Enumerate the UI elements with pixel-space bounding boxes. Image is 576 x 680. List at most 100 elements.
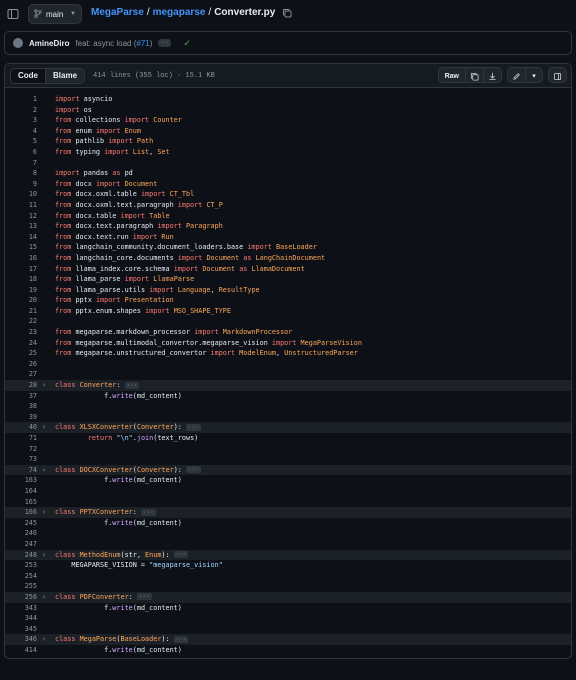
line-number[interactable]: 21	[5, 306, 37, 317]
line-number[interactable]: 6	[5, 147, 37, 158]
code-text: f.write(md_content)	[55, 645, 182, 654]
chevron-right-icon[interactable]: ›	[42, 380, 46, 391]
sidebar-toggle-icon[interactable]	[4, 5, 22, 23]
line-number[interactable]: 74	[5, 465, 37, 476]
expand-fold-button[interactable]: ···	[140, 508, 156, 516]
line-number[interactable]: 345	[5, 624, 37, 635]
raw-button[interactable]: Raw	[439, 68, 466, 82]
chevron-right-icon[interactable]: ›	[42, 507, 46, 518]
chevron-right-icon[interactable]: ›	[42, 465, 46, 476]
line-number[interactable]: 343	[5, 603, 37, 614]
tab-code[interactable]: Code	[11, 68, 46, 83]
line-number[interactable]: 11	[5, 200, 37, 211]
commit-pr-link[interactable]: #71	[136, 39, 149, 48]
expand-fold-button[interactable]: ···	[124, 381, 140, 389]
code-line: 344	[5, 613, 571, 624]
line-number[interactable]: 73	[5, 454, 37, 465]
commit-author-link[interactable]: AmineDiro	[29, 39, 69, 48]
line-number[interactable]: 71	[5, 433, 37, 444]
expand-fold-button[interactable]: ···	[173, 551, 189, 559]
line-number[interactable]: 346	[5, 634, 37, 645]
line-number[interactable]: 163	[5, 475, 37, 486]
line-number[interactable]: 7	[5, 158, 37, 169]
line-number[interactable]: 20	[5, 295, 37, 306]
line-number[interactable]: 23	[5, 327, 37, 338]
tab-blame[interactable]: Blame	[46, 68, 85, 83]
branch-name: main	[46, 9, 64, 19]
line-number[interactable]: 414	[5, 645, 37, 656]
line-number[interactable]: 245	[5, 518, 37, 529]
symbols-panel-icon[interactable]	[549, 68, 566, 82]
code-line: 26	[5, 359, 571, 370]
line-number[interactable]: 5	[5, 136, 37, 147]
edit-pencil-icon[interactable]	[508, 68, 526, 82]
code-line: 14 from docx.text.run import Run	[5, 232, 571, 243]
line-number[interactable]: 1	[5, 94, 37, 105]
line-number[interactable]: 166	[5, 507, 37, 518]
chevron-right-icon[interactable]: ›	[42, 422, 46, 433]
line-number[interactable]: 9	[5, 179, 37, 190]
code-text: class PPTXConverter: ···	[55, 508, 156, 517]
code-line: 11 from docx.oxml.text.paragraph import C…	[5, 200, 571, 211]
expand-fold-button[interactable]: ···	[185, 466, 201, 474]
chevron-right-icon[interactable]: ›	[42, 592, 46, 603]
line-number[interactable]: 247	[5, 539, 37, 550]
line-number[interactable]: 25	[5, 348, 37, 359]
line-number[interactable]: 27	[5, 369, 37, 380]
line-number[interactable]: 248	[5, 550, 37, 561]
line-number[interactable]: 164	[5, 486, 37, 497]
line-number[interactable]: 4	[5, 126, 37, 137]
chevron-down-icon[interactable]: ▾	[526, 68, 542, 82]
code-text: import pandas as pd	[55, 169, 133, 178]
line-number[interactable]: 165	[5, 497, 37, 508]
line-number[interactable]: 13	[5, 221, 37, 232]
line-number[interactable]: 16	[5, 253, 37, 264]
line-number[interactable]: 39	[5, 412, 37, 423]
file-viewer: Code Blame 414 lines (355 loc) · 15.1 KB…	[4, 63, 572, 659]
line-number[interactable]: 24	[5, 338, 37, 349]
expand-fold-button[interactable]: ···	[173, 635, 189, 643]
code-view[interactable]: 1 import asyncio 2 import os 3 from collectio…	[5, 88, 571, 655]
copy-raw-icon[interactable]	[466, 68, 484, 82]
check-icon[interactable]: ✓	[183, 38, 191, 49]
line-number[interactable]: 253	[5, 560, 37, 571]
code-line: 6 from typing import List, Set	[5, 147, 571, 158]
expand-fold-button[interactable]: ···	[185, 423, 201, 431]
line-number[interactable]: 22	[5, 316, 37, 327]
line-number[interactable]: 256	[5, 592, 37, 603]
breadcrumb-repo-link[interactable]: MegaParse	[91, 7, 144, 18]
code-line: 20 from pptx import Presentation	[5, 295, 571, 306]
line-number[interactable]: 10	[5, 189, 37, 200]
breadcrumb-folder-link[interactable]: megaparse	[153, 7, 206, 18]
line-number[interactable]: 2	[5, 105, 37, 116]
line-number[interactable]: 254	[5, 571, 37, 582]
line-number[interactable]: 18	[5, 274, 37, 285]
line-number[interactable]: 37	[5, 391, 37, 402]
line-number[interactable]: 28	[5, 380, 37, 391]
line-number[interactable]: 40	[5, 422, 37, 433]
line-number[interactable]: 26	[5, 359, 37, 370]
line-number[interactable]: 14	[5, 232, 37, 243]
line-number[interactable]: 12	[5, 211, 37, 222]
expand-commit-button[interactable]: ···	[158, 39, 172, 47]
line-number[interactable]: 19	[5, 285, 37, 296]
expand-fold-button[interactable]: ···	[136, 593, 152, 601]
chevron-right-icon[interactable]: ›	[42, 550, 46, 561]
download-icon[interactable]	[484, 68, 501, 82]
line-number[interactable]: 255	[5, 581, 37, 592]
branch-selector[interactable]: main ▼	[28, 4, 82, 24]
line-number[interactable]: 38	[5, 401, 37, 412]
line-number[interactable]: 15	[5, 242, 37, 253]
line-number[interactable]: 72	[5, 444, 37, 455]
chevron-right-icon[interactable]: ›	[42, 634, 46, 645]
line-number[interactable]: 246	[5, 528, 37, 539]
line-number[interactable]: 344	[5, 613, 37, 624]
line-number[interactable]: 17	[5, 264, 37, 275]
line-number[interactable]: 8	[5, 168, 37, 179]
copy-path-icon[interactable]	[281, 7, 292, 18]
line-number[interactable]: 3	[5, 115, 37, 126]
commit-message[interactable]: feat: async load (#71)	[75, 39, 152, 48]
author-avatar[interactable]	[13, 38, 23, 48]
code-text: class XLSXConverter(Converter): ···	[55, 423, 201, 432]
code-text: from collections import Counter	[55, 116, 182, 125]
